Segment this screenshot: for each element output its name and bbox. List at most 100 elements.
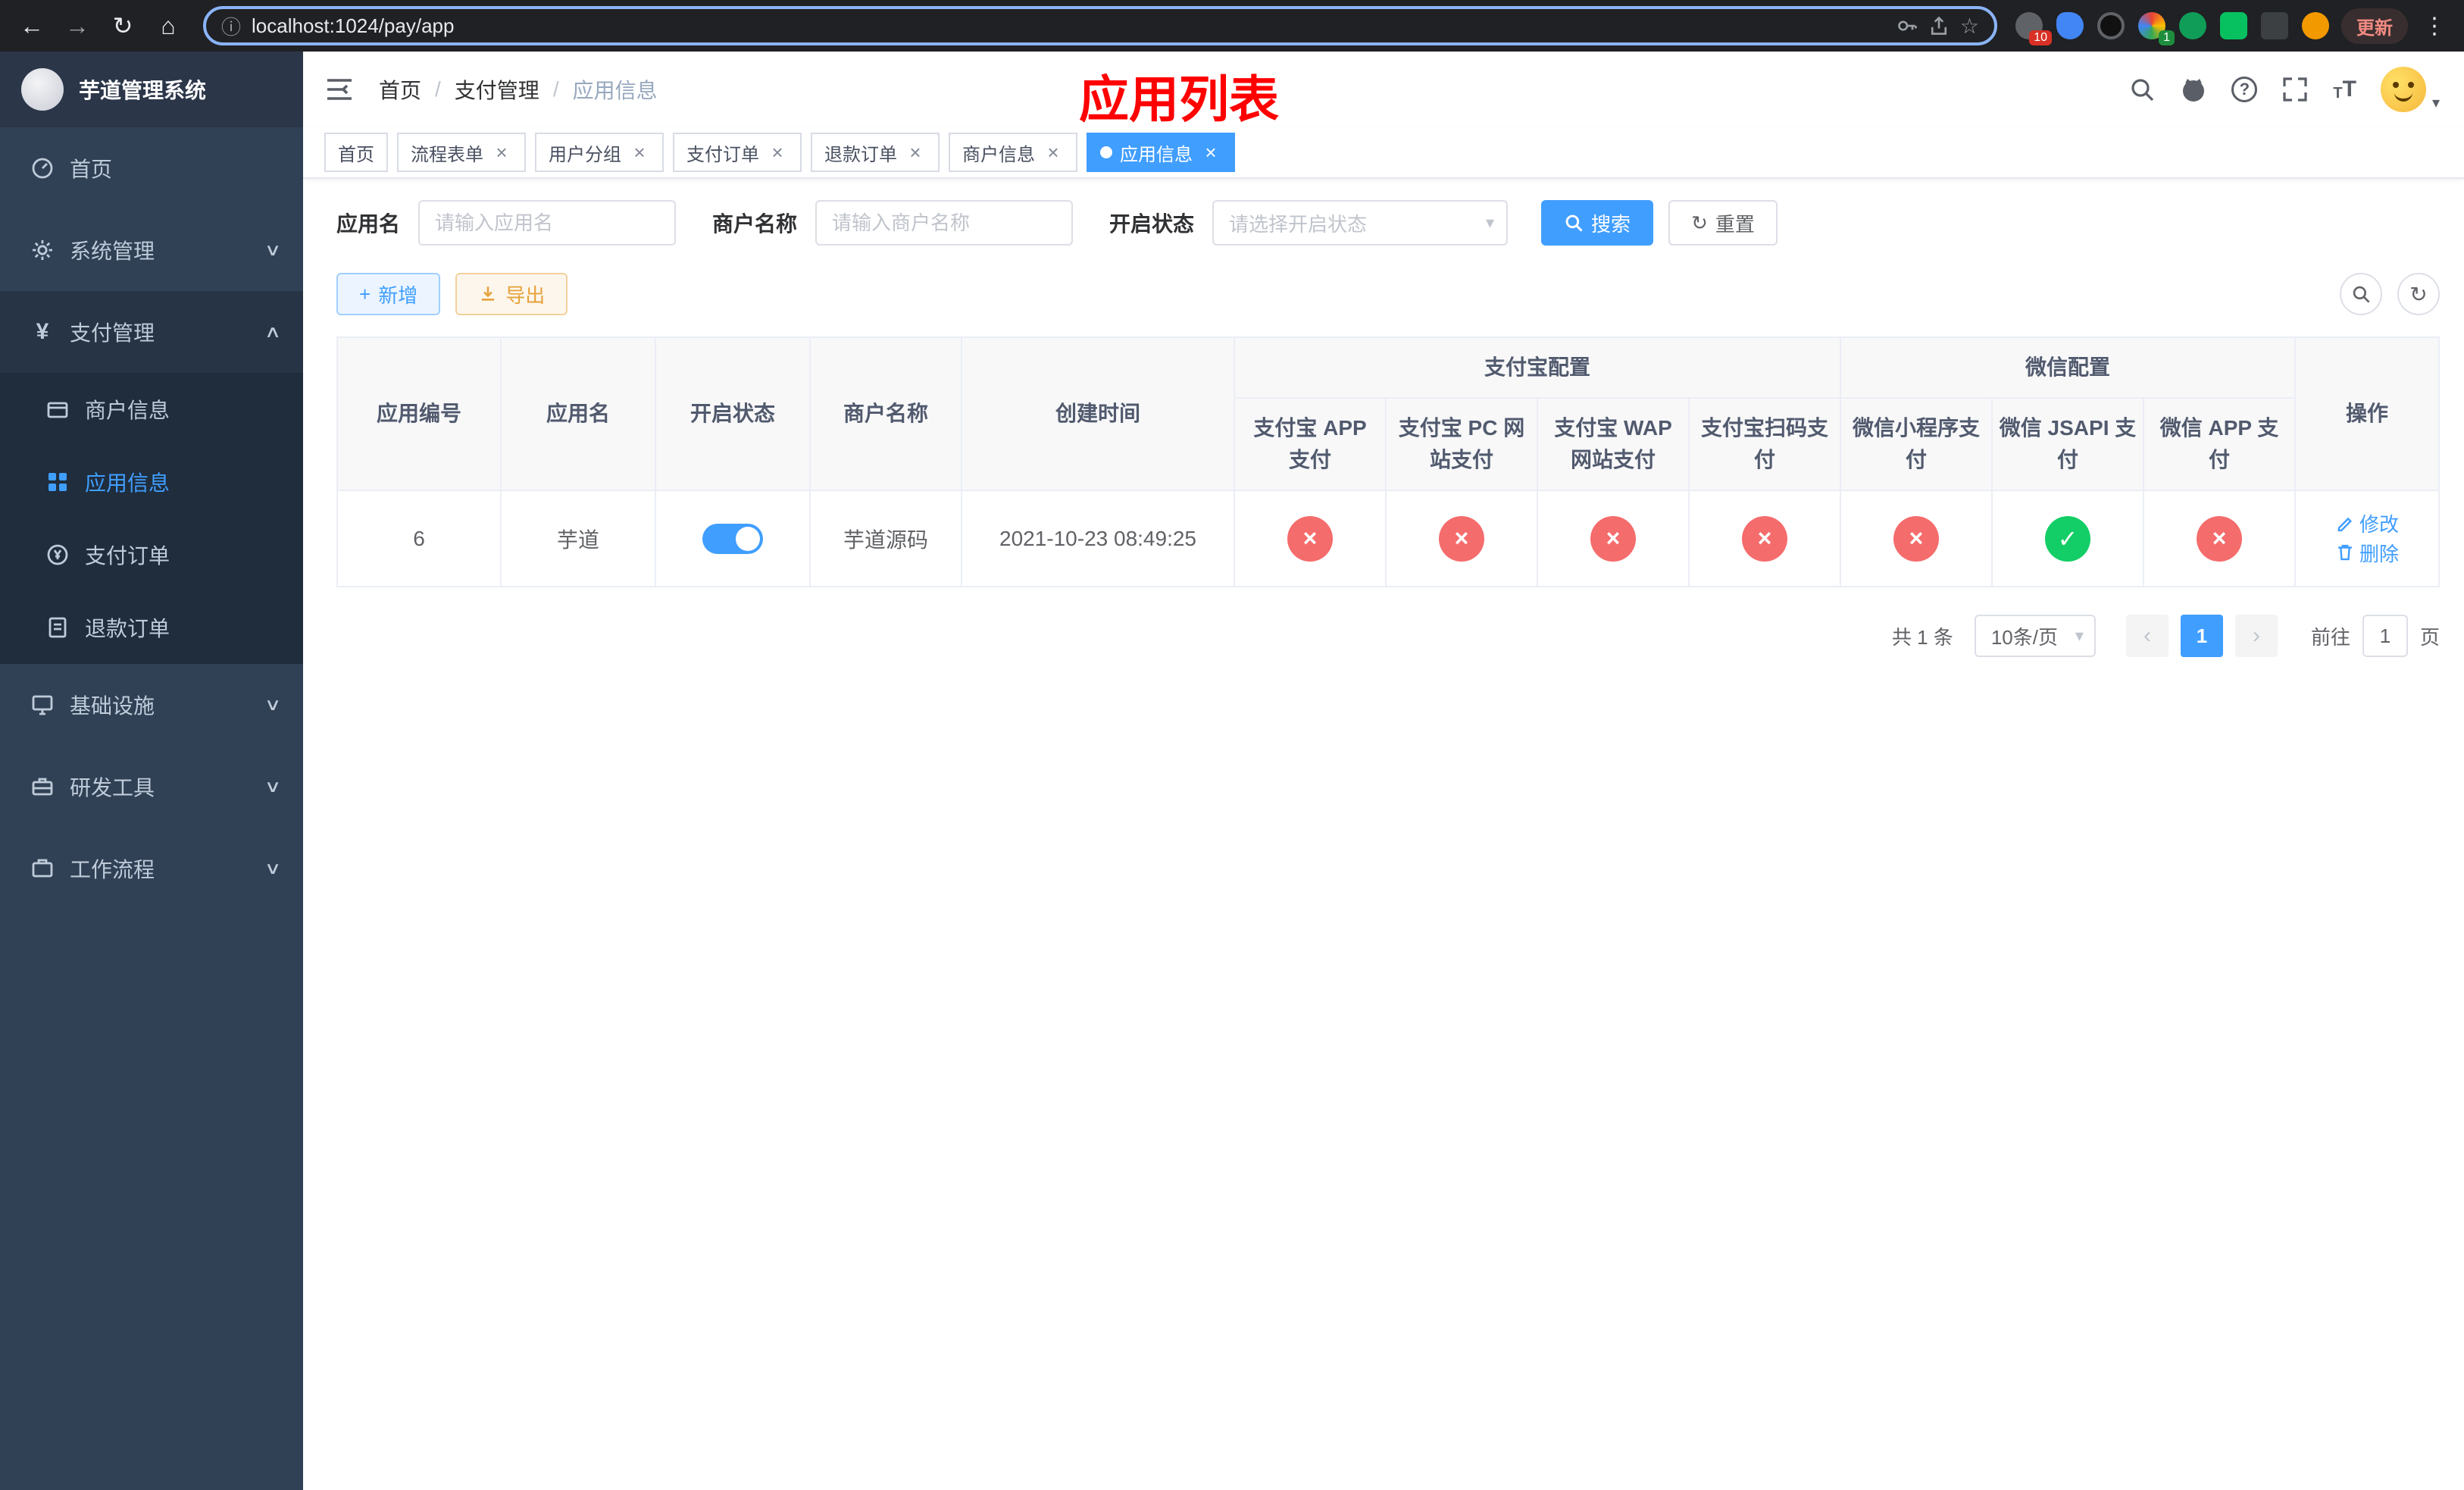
sidebar-item-workflow[interactable]: 工作流程 ∨ [0,828,303,909]
key-icon[interactable] [1896,15,1918,36]
chevron-down-icon: ∨ [264,859,282,878]
breadcrumb-home[interactable]: 首页 [379,74,421,105]
extension-icon-5[interactable] [2179,12,2206,39]
sidebar-item-label: 首页 [70,158,113,181]
pagination-goto: 前往 页 [2311,615,2440,657]
refresh-icon[interactable]: ↻ [106,9,139,42]
extension-icon-8[interactable] [2302,12,2329,39]
close-icon[interactable]: × [905,141,926,164]
wechat-mini-status-icon: × [1893,515,1940,562]
search-icon[interactable] [2128,76,2156,103]
help-icon[interactable]: ? [2231,77,2258,102]
bookmark-star-icon[interactable]: ☆ [1960,14,1979,39]
col-merchant: 商户名称 [809,337,962,491]
close-icon[interactable]: × [629,141,650,164]
col-alipay-qr: 支付宝扫码支付 [1687,397,1842,491]
close-icon[interactable]: × [1043,141,1064,164]
close-icon[interactable]: × [491,141,512,164]
sidebar-item-label: 研发工具 [70,776,155,800]
goto-page-input[interactable] [2362,615,2408,657]
app-logo[interactable]: 芋道管理系统 [0,52,303,127]
chevron-down-icon: ∨ [264,240,282,259]
tab-merchant-info[interactable]: 商户信息 × [949,133,1077,172]
sidebar: 芋道管理系统 首页 系统管理 ∨ ¥ 支付管理 ∧ 商户信息 应用信息 支付订单… [0,52,303,1490]
search-button[interactable]: 搜索 [1541,200,1654,246]
sidebar-item-payment[interactable]: ¥ 支付管理 ∧ [0,291,303,373]
wechat-jsapi-status-icon: ✓ [2045,515,2091,562]
home-icon[interactable]: ⌂ [152,9,185,42]
tab-pay-order[interactable]: 支付订单 × [673,133,802,172]
wechat-app-status-icon: × [2197,515,2243,562]
extension-icon-2[interactable] [2056,12,2084,39]
refresh-table-button[interactable]: ↻ [2397,273,2440,315]
sidebar-item-system[interactable]: 系统管理 ∨ [0,209,303,291]
sidebar-item-dev-tools[interactable]: 研发工具 ∨ [0,746,303,828]
breadcrumb-payment[interactable]: 支付管理 [455,74,539,105]
extension-icon-1[interactable]: 10 [2015,12,2052,45]
toggle-search-button[interactable] [2340,273,2382,315]
github-icon[interactable] [2180,76,2207,103]
address-bar[interactable]: ⓘ localhost:1024/pay/app ☆ [203,6,1997,45]
tab-home[interactable]: 首页 [324,133,388,172]
delete-button[interactable]: 删除 [2335,539,2399,567]
sidebar-item-refund-order[interactable]: 退款订单 [0,591,303,664]
status-toggle[interactable] [702,523,763,554]
col-alipay-app: 支付宝 APP 支付 [1234,397,1387,491]
cell-app-name: 芋道 [500,490,656,587]
extension-icon-3[interactable] [2097,12,2125,39]
page-size-select[interactable]: 10条/页 ▾ [1974,615,2096,657]
browser-update-button[interactable]: 更新 [2341,8,2408,44]
extension-icon-4[interactable]: 1 [2138,12,2175,45]
forward-icon[interactable]: → [61,9,94,42]
reset-button[interactable]: ↻ 重置 [1668,200,1778,246]
table-toolbar: + 新增 导出 ↻ [336,273,2440,315]
tab-app-info[interactable]: 应用信息 × [1087,133,1235,172]
font-size-icon[interactable]: TT [2333,77,2356,102]
prev-page-button[interactable]: ‹ [2125,615,2169,657]
cell-actions: 修改 删除 [2294,490,2440,587]
share-icon[interactable] [1928,15,1950,36]
fullscreen-icon[interactable] [2281,76,2309,103]
app-name-input[interactable] [418,200,677,246]
document-icon [48,617,67,638]
sidebar-collapse-icon[interactable] [324,74,355,105]
cell-app-id: 6 [336,490,502,587]
user-avatar [2380,67,2426,112]
sidebar-item-merchant-info[interactable]: 商户信息 [0,373,303,446]
search-icon [1565,214,1583,232]
dashboard-icon [32,158,53,179]
goto-label: 前往 [2310,625,2350,649]
site-info-icon[interactable]: ⓘ [221,12,241,40]
back-icon[interactable]: ← [15,9,48,42]
add-button[interactable]: + 新增 [336,273,441,315]
sidebar-item-pay-order[interactable]: 支付订单 [0,518,303,591]
browser-chrome: ← → ↻ ⌂ ⓘ localhost:1024/pay/app ☆ 10 1 … [0,0,2464,52]
user-menu[interactable]: ▾ [2380,67,2440,112]
tab-process-form[interactable]: 流程表单 × [397,133,526,172]
status-select[interactable]: 请选择开启状态 ▾ [1212,200,1509,246]
next-page-button[interactable]: › [2234,615,2278,657]
gear-icon [33,240,52,260]
page-1-button[interactable]: 1 [2180,615,2223,657]
breadcrumb: 首页 / 支付管理 / 应用信息 [379,74,658,105]
close-icon[interactable]: × [1200,141,1221,164]
merchant-name-input[interactable] [815,200,1074,246]
sidebar-item-infrastructure[interactable]: 基础设施 ∨ [0,664,303,746]
tab-user-group[interactable]: 用户分组 × [535,133,664,172]
extension-icon-7[interactable] [2261,12,2288,39]
sidebar-item-app-info[interactable]: 应用信息 [0,446,303,518]
caret-down-icon: ▾ [2431,95,2440,111]
sidebar-item-home[interactable]: 首页 [0,127,303,209]
export-button[interactable]: 导出 [455,273,568,315]
toolbox-icon [32,778,53,796]
browser-menu-icon[interactable]: ⋮ [2420,13,2449,39]
tab-refund-order[interactable]: 退款订单 × [811,133,940,172]
col-wechat-mini: 微信小程序支付 [1840,397,1993,491]
refresh-icon: ↻ [1691,211,1708,234]
credit-card-icon [47,402,68,418]
chevron-up-icon: ∧ [264,322,282,341]
edit-button[interactable]: 修改 [2335,509,2399,537]
close-icon[interactable]: × [767,141,788,164]
extension-icon-6[interactable] [2220,12,2247,39]
col-wechat-jsapi: 微信 JSAPI 支付 [1991,397,2145,491]
